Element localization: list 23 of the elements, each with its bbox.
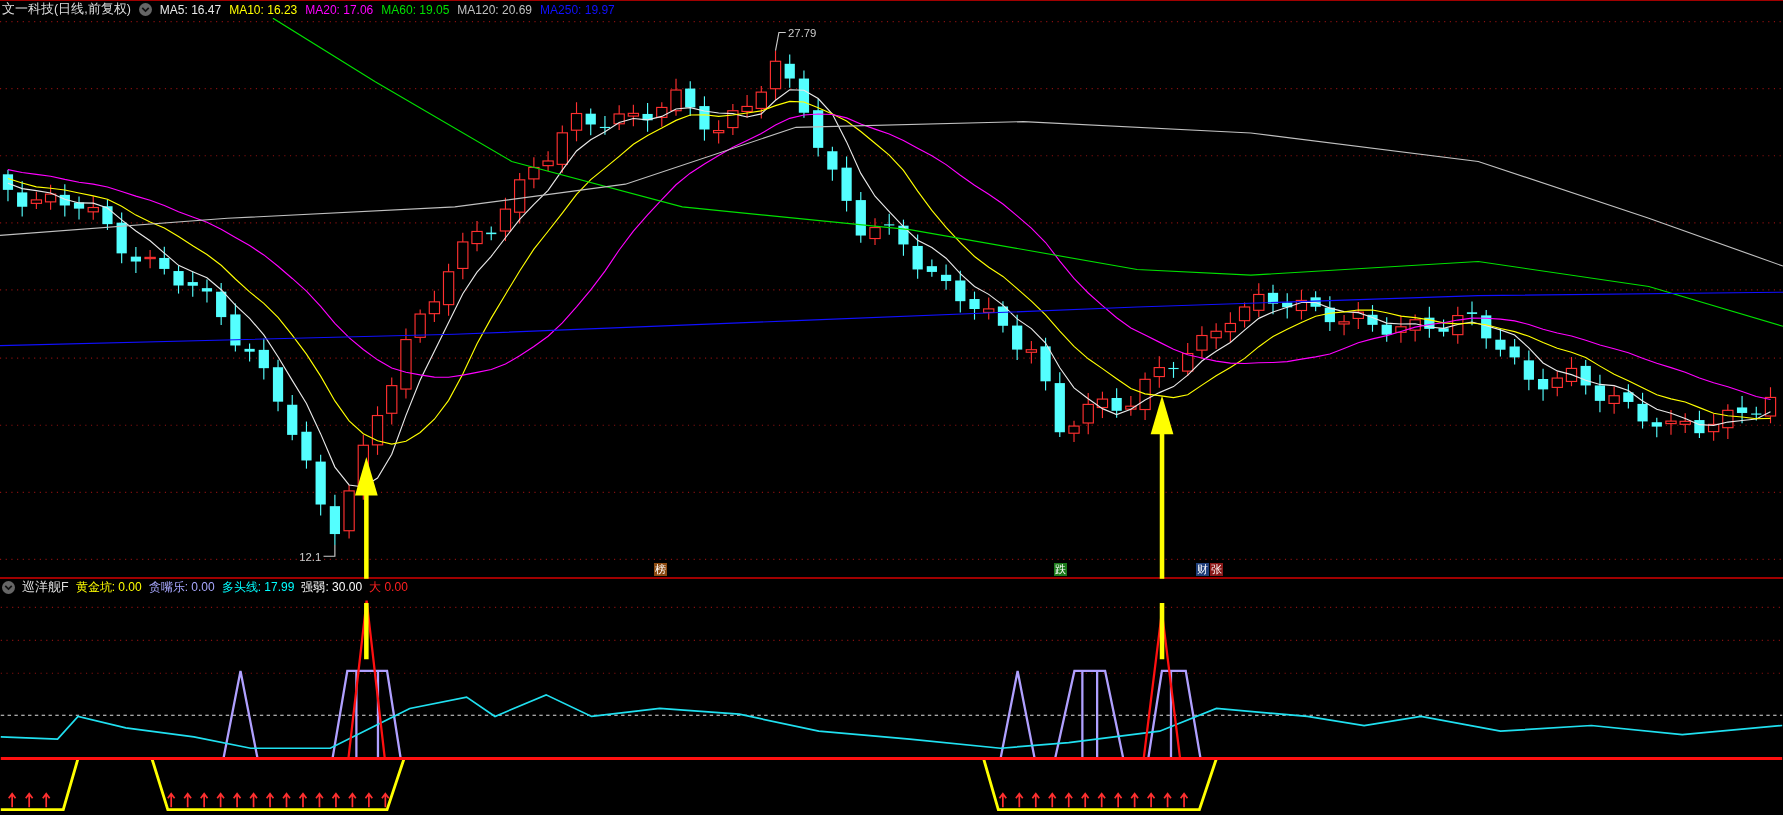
indicator-legend-item: 强弱: 30.00: [301, 579, 363, 596]
ma-legend-item: MA20: 17.06: [305, 2, 374, 17]
signal-tag: 张: [1209, 563, 1223, 576]
ma-legend-item: MA120: 20.69: [457, 2, 533, 17]
dropdown-icon[interactable]: [2, 581, 15, 594]
indicator-legend-item: 大 0.00: [369, 579, 408, 596]
indicator-legend-item: 多头线: 17.99: [221, 579, 295, 596]
ma-legend-item: MA10: 16.23: [229, 2, 298, 17]
indicator-title: 巡洋舰F: [22, 579, 69, 596]
signal-tag: 榜: [653, 563, 667, 576]
high-price-label: 27.79: [788, 27, 817, 40]
ma-legend-item: MA250: 19.97: [540, 2, 615, 17]
signal-tag: 财: [1196, 563, 1210, 576]
leader-line: [322, 544, 336, 557]
dropdown-icon[interactable]: [138, 3, 152, 16]
stock-title: 文一科技(日线,前复权): [2, 1, 131, 18]
ma-legend-item: MA60: 19.05: [381, 2, 450, 17]
indicator-legend-item: 黄金坑: 0.00: [75, 579, 142, 596]
ma-legend-item: MA5: 16.47: [159, 2, 222, 17]
leader-line: [774, 31, 787, 52]
signal-tag: 跌: [1054, 563, 1067, 576]
low-price-label: 12.1: [299, 550, 322, 563]
indicator-legend-item: 贪嘴乐: 0.00: [148, 579, 215, 596]
